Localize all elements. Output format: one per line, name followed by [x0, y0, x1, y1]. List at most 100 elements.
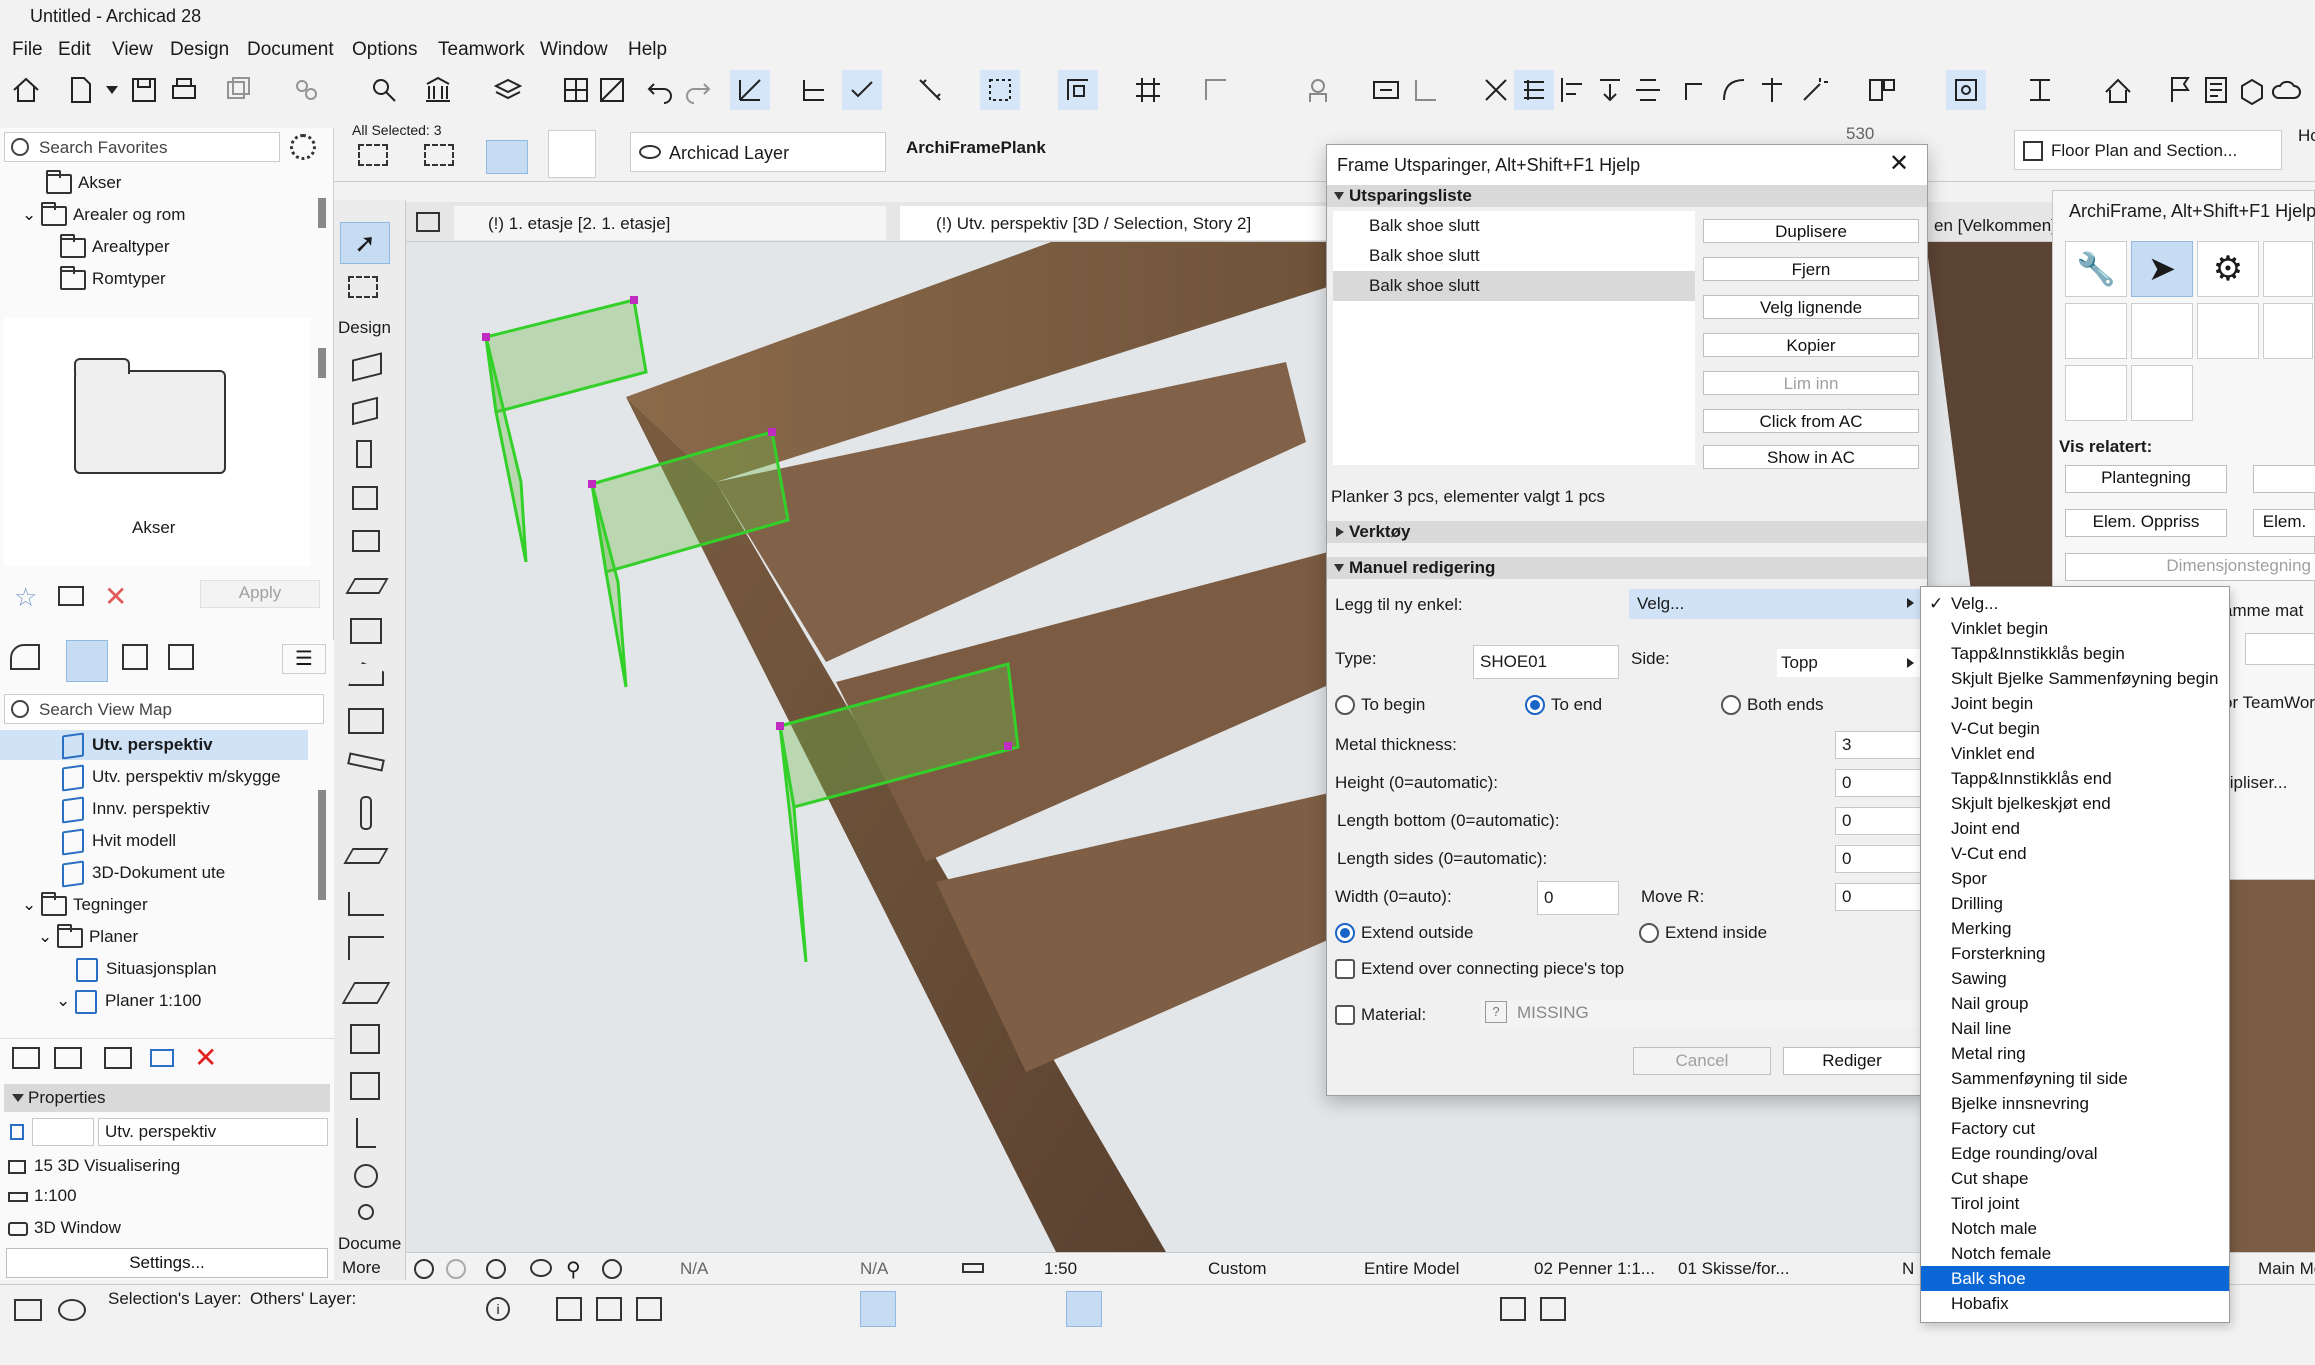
archiframe-icon[interactable]: [1514, 70, 1554, 110]
height-field[interactable]: 0: [1835, 769, 1921, 797]
layer-settings-icon[interactable]: [14, 1299, 42, 1321]
menu-item[interactable]: Spor: [1921, 866, 2229, 891]
new-folder-icon[interactable]: [104, 1047, 132, 1069]
pointer-tool-icon[interactable]: [730, 70, 770, 110]
menu-item[interactable]: Forsterkning: [1921, 941, 2229, 966]
menu-item[interactable]: Tapp&Innstikklås begin: [1921, 641, 2229, 666]
tabs-grid-icon[interactable]: [416, 212, 440, 232]
close-icon[interactable]: ✕: [1889, 149, 1909, 178]
roof-icon[interactable]: [2098, 70, 2138, 110]
publisher-icon[interactable]: [168, 644, 194, 670]
teamwork-reserve-icon[interactable]: [1298, 70, 1338, 110]
new-view-icon[interactable]: [12, 1047, 40, 1069]
menu-design[interactable]: Design: [170, 39, 229, 61]
schedule-icon[interactable]: [2196, 70, 2236, 110]
length-sides-field[interactable]: 0: [1835, 845, 1921, 873]
to-begin-radio[interactable]: [1335, 695, 1355, 715]
roof-tool-icon[interactable]: [348, 662, 384, 686]
menu-item[interactable]: Notch male: [1921, 1216, 2229, 1241]
split-icon[interactable]: [1752, 70, 1792, 110]
menu-item[interactable]: Vinklet begin: [1921, 616, 2229, 641]
wall-tool-icon[interactable]: [352, 352, 382, 382]
favorites-search[interactable]: Search Favorites: [4, 132, 280, 162]
delete-icon[interactable]: ✕: [104, 580, 127, 613]
view-settings-icon[interactable]: [150, 1049, 174, 1067]
to-end-radio[interactable]: [1525, 695, 1545, 715]
walk-icon[interactable]: ⚲: [566, 1257, 581, 1282]
undo-icon[interactable]: [640, 70, 680, 110]
offset-icon[interactable]: [1676, 70, 1716, 110]
menu-view[interactable]: View: [112, 39, 153, 61]
view-icon[interactable]: [1946, 70, 1986, 110]
menu-item[interactable]: Sammenføyning til side: [1921, 1066, 2229, 1091]
dimensjon-button[interactable]: Dimensjonstegning: [2065, 553, 2315, 581]
toolbox-document[interactable]: Docume: [338, 1234, 401, 1254]
save-icon[interactable]: [124, 70, 164, 110]
cancel-button[interactable]: Cancel: [1633, 1047, 1771, 1075]
library-icon[interactable]: [418, 70, 458, 110]
menu-item[interactable]: V-Cut end: [1921, 841, 2229, 866]
side-dropdown[interactable]: Topp: [1777, 649, 1921, 677]
viewmap-item[interactable]: Innv. perspektiv: [62, 794, 210, 824]
mesh-tool-icon[interactable]: [343, 848, 389, 864]
menu-item[interactable]: Joint end: [1921, 816, 2229, 841]
render-icon[interactable]: [860, 1291, 896, 1327]
section-tools-header[interactable]: Verktøy: [1327, 521, 1927, 543]
scrollbar[interactable]: [318, 790, 326, 900]
chair-tool-icon[interactable]: [356, 1118, 376, 1148]
id-field[interactable]: [32, 1118, 94, 1146]
menu-options[interactable]: Options: [352, 39, 417, 61]
status-model[interactable]: Entire Model: [1364, 1259, 1459, 1279]
morph-tool-icon[interactable]: [350, 1072, 380, 1100]
viewmap-search-input[interactable]: Search View Map: [39, 700, 172, 720]
gear-icon[interactable]: [290, 134, 316, 160]
frame-tools-icon[interactable]: [1540, 1297, 1566, 1321]
menu-edit[interactable]: Edit: [58, 39, 91, 61]
window-tool-icon[interactable]: [352, 486, 378, 510]
move-r-field[interactable]: 0: [1835, 883, 1921, 911]
section-tool-icon[interactable]: [2020, 70, 2060, 110]
layers-icon[interactable]: [488, 70, 528, 110]
viewmap-item[interactable]: 3D-Dokument ute: [62, 858, 225, 888]
intersect-icon[interactable]: [1476, 70, 1516, 110]
toolbox-more[interactable]: More: [342, 1258, 381, 1278]
teamwork2-icon[interactable]: [286, 70, 326, 110]
viewmap-item[interactable]: ⌄ Tegninger: [22, 890, 148, 920]
redo-view-icon[interactable]: [446, 1259, 466, 1279]
status-scale[interactable]: 1:50: [1044, 1259, 1077, 1279]
section-manual-header[interactable]: Manuel redigering: [1327, 557, 1927, 579]
viewmap-item[interactable]: Hvit modell: [62, 826, 176, 856]
roof-frame-icon[interactable]: [2197, 303, 2259, 359]
new-file-icon[interactable]: [60, 70, 100, 110]
menu-item[interactable]: Nail group: [1921, 991, 2229, 1016]
apply-button[interactable]: Apply: [200, 580, 320, 608]
house-icon[interactable]: [636, 1297, 662, 1321]
toolbox-design[interactable]: Design: [338, 318, 391, 338]
section-list-header[interactable]: Utsparingsliste: [1327, 185, 1927, 207]
status-pens[interactable]: 02 Penner 1:1...: [1534, 1259, 1655, 1279]
list-item[interactable]: Balk shoe slutt: [1333, 241, 1695, 271]
viewmap-search[interactable]: Search View Map: [4, 694, 324, 724]
magic-wand-icon[interactable]: [1794, 70, 1834, 110]
column-tool-icon[interactable]: [352, 396, 378, 426]
cloud-icon[interactable]: [2266, 70, 2306, 110]
remove-button[interactable]: Fjern: [1703, 257, 1919, 281]
status-custom[interactable]: Custom: [1208, 1259, 1267, 1279]
length-bottom-field[interactable]: 0: [1835, 807, 1921, 835]
search-input[interactable]: Search Favorites: [39, 138, 168, 158]
tools-icon[interactable]: [1500, 1297, 1526, 1321]
plantegning2-button[interactable]: [2253, 465, 2315, 493]
beam-add-icon[interactable]: [2065, 365, 2127, 421]
marquee-icon[interactable]: [980, 70, 1020, 110]
relative-construction-icon[interactable]: [1058, 70, 1098, 110]
menu-item[interactable]: Joint begin: [1921, 691, 2229, 716]
home-icon[interactable]: [6, 70, 46, 110]
list-item[interactable]: Balk shoe slutt: [1333, 211, 1695, 241]
multipliser-text[interactable]: tipliser...: [2225, 773, 2287, 793]
shell-tool-icon[interactable]: [348, 708, 384, 734]
zoom-icon[interactable]: [602, 1259, 622, 1279]
duplicate-button[interactable]: Duplisere: [1703, 219, 1919, 243]
menu-file[interactable]: File: [12, 39, 43, 61]
menu-item[interactable]: Drilling: [1921, 891, 2229, 916]
menu-item[interactable]: Merking: [1921, 916, 2229, 941]
